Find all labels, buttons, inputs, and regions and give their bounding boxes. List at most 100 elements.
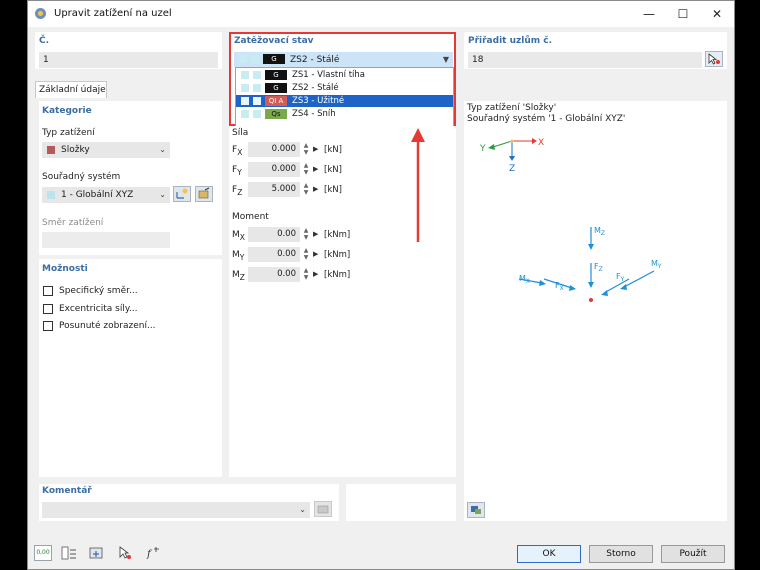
tab-basic-data[interactable]: Základní údaje xyxy=(35,81,107,98)
info-button[interactable] xyxy=(60,545,78,561)
fz-unit: [kN] xyxy=(324,185,342,195)
node-point xyxy=(589,298,593,302)
info-icon xyxy=(61,546,76,560)
number-label: Č. xyxy=(39,36,50,46)
category-panel: Kategorie Typ zatížení Složky ⌄ Souřadný… xyxy=(39,101,222,255)
mx-input[interactable]: 0.00 xyxy=(248,227,300,242)
svg-text:FX: FX xyxy=(555,281,564,292)
load-preview-diagram: X Y Z MZ FZ MY FY MX FX xyxy=(479,138,662,302)
coord-system-combo[interactable]: 1 - Globální XYZ ⌄ xyxy=(42,187,170,203)
close-button[interactable]: ✕ xyxy=(700,1,734,27)
force-heading: Síla xyxy=(232,128,249,138)
apply-button[interactable]: Použít xyxy=(661,545,725,563)
fx-input[interactable]: 0.000 xyxy=(248,142,300,157)
comment-combo[interactable]: ⌄ xyxy=(42,502,310,518)
my-menu-arrow[interactable]: ▶ xyxy=(313,250,318,258)
mz-unit: [kNm] xyxy=(324,270,351,280)
pick-nodes-button[interactable] xyxy=(705,51,723,67)
view-3d-icon xyxy=(471,506,481,514)
cursor-select-icon xyxy=(119,546,131,559)
axis-y-label: Y xyxy=(479,144,486,154)
moment-heading: Moment xyxy=(232,212,269,222)
mx-label: MX xyxy=(232,230,245,242)
options-heading: Možnosti xyxy=(42,264,88,274)
comment-library-button[interactable] xyxy=(314,501,332,517)
preview-line-1: Typ zatížení 'Složky' xyxy=(467,103,557,113)
select-button[interactable] xyxy=(116,545,134,561)
number-field[interactable]: 1 xyxy=(39,52,218,68)
eye-view-icon xyxy=(89,547,103,559)
title-bar: Upravit zatížení na uzel — ☐ ✕ xyxy=(28,1,734,27)
load-direction-label: Směr zatížení xyxy=(42,218,104,228)
fx-unit: [kN] xyxy=(324,145,342,155)
load-type-combo[interactable]: Složky ⌄ xyxy=(42,142,170,158)
load-type-value: Složky xyxy=(61,145,90,155)
coord-system-value: 1 - Globální XYZ xyxy=(61,190,134,200)
load-vectors xyxy=(518,227,655,296)
cancel-button[interactable]: Storno xyxy=(589,545,653,563)
dropdown-item-zs4[interactable]: Qs ZS4 - Sníh xyxy=(236,108,453,120)
fy-unit: [kN] xyxy=(324,165,342,175)
load-case-dropdown-list: G ZS1 - Vlastní tíha G ZS2 - Stálé QI A … xyxy=(235,67,454,133)
load-case-panel: Zatěžovací stav G ZS2 - Stálé ▼ G ZS1 - … xyxy=(229,32,456,133)
dropdown-item-zs3[interactable]: QI A ZS3 - Užitné xyxy=(236,95,453,107)
offset-display-checkbox[interactable] xyxy=(43,321,53,331)
fy-input[interactable]: 0.000 xyxy=(248,162,300,177)
axis-x-label: X xyxy=(538,138,544,148)
mx-menu-arrow[interactable]: ▶ xyxy=(313,230,318,238)
assign-nodes-panel: Přiřadit uzlům č. 18 xyxy=(464,32,727,69)
app-icon xyxy=(35,8,46,19)
load-type-color-swatch xyxy=(47,146,55,154)
library-icon xyxy=(317,505,329,514)
edit-coord-icon xyxy=(198,187,210,199)
mz-menu-arrow[interactable]: ▶ xyxy=(313,270,318,278)
fz-input[interactable]: 5.000 xyxy=(248,182,300,197)
svg-text:MY: MY xyxy=(651,259,662,270)
fy-label: FY xyxy=(232,165,242,177)
new-coord-system-button[interactable] xyxy=(173,186,191,202)
specific-direction-checkbox[interactable] xyxy=(43,286,53,296)
maximize-button[interactable]: ☐ xyxy=(666,1,700,27)
minimize-button[interactable]: — xyxy=(632,1,666,27)
function-button[interactable]: f xyxy=(144,545,162,561)
mx-spinner[interactable]: ▲ ▼ xyxy=(302,227,310,242)
units-button[interactable]: 0,00 xyxy=(34,545,52,561)
comment-panel: Komentář ⌄ xyxy=(39,484,339,521)
dropdown-item-zs1[interactable]: G ZS1 - Vlastní tíha xyxy=(236,69,453,81)
edit-coord-system-button[interactable] xyxy=(195,186,213,202)
chevron-down-icon: ⌄ xyxy=(299,505,306,514)
fx-menu-arrow[interactable]: ▶ xyxy=(313,145,318,153)
assign-nodes-field[interactable]: 18 xyxy=(468,52,702,68)
my-spinner[interactable]: ▲ ▼ xyxy=(302,247,310,262)
comment-label: Komentář xyxy=(42,486,92,496)
eccentricity-checkbox[interactable] xyxy=(43,304,53,314)
fz-menu-arrow[interactable]: ▶ xyxy=(313,185,318,193)
svg-text:MX: MX xyxy=(519,274,530,285)
preview-view-button[interactable] xyxy=(467,502,485,518)
fy-spinner[interactable]: ▲ ▼ xyxy=(302,162,310,177)
mz-spinner[interactable]: ▲ ▼ xyxy=(302,267,310,282)
view-button[interactable] xyxy=(88,545,106,561)
fy-menu-arrow[interactable]: ▶ xyxy=(313,165,318,173)
cursor-pick-icon xyxy=(708,53,720,65)
my-unit: [kNm] xyxy=(324,250,351,260)
mz-input[interactable]: 0.00 xyxy=(248,267,300,282)
preview-panel: Typ zatížení 'Složky' Souřadný systém '1… xyxy=(464,101,727,521)
svg-text:MZ: MZ xyxy=(594,226,605,237)
fz-spinner[interactable]: ▲ ▼ xyxy=(302,182,310,197)
load-case-combo[interactable]: G ZS2 - Stálé ▼ xyxy=(234,52,453,67)
mx-unit: [kNm] xyxy=(324,230,351,240)
chevron-down-icon: ⌄ xyxy=(159,190,166,199)
chevron-down-icon: ▼ xyxy=(442,55,449,64)
number-panel: Č. 1 xyxy=(35,32,222,69)
svg-text:f: f xyxy=(146,549,153,560)
ok-button[interactable]: OK xyxy=(517,545,581,563)
dropdown-item-zs2[interactable]: G ZS2 - Stálé xyxy=(236,82,453,94)
fx-spinner[interactable]: ▲ ▼ xyxy=(302,142,310,157)
axis-triad: X Y Z xyxy=(479,138,544,174)
units-icon: 0,00 xyxy=(36,549,50,556)
new-coord-icon xyxy=(176,188,188,199)
axis-z-label: Z xyxy=(509,164,515,174)
my-input[interactable]: 0.00 xyxy=(248,247,300,262)
comment-side-panel xyxy=(346,484,456,521)
